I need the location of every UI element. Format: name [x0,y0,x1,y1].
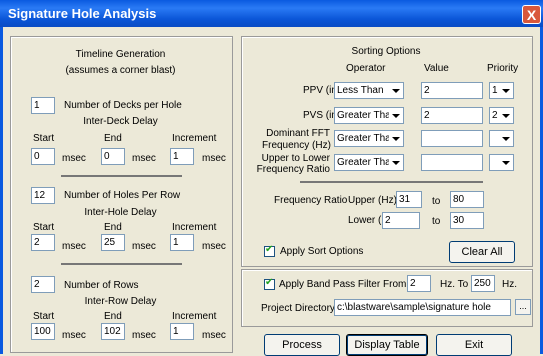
project-directory-label: Project Directory [261,303,335,314]
inter-deck-end-label: End [104,133,122,144]
pvs-value-input[interactable]: 2 [421,107,483,124]
decks-per-hole-input[interactable]: 1 [31,97,55,114]
timeline-subheading: (assumes a corner blast) [65,65,176,76]
lower-hz-to-input[interactable]: 30 [450,212,484,229]
ratio-priority-select[interactable] [489,154,514,171]
lower-hz-from-input[interactable]: 2 [382,212,420,229]
inter-row-increment-input[interactable]: 1 [170,323,194,340]
inter-hole-start-label: Start [33,222,55,233]
inter-deck-increment-input[interactable]: 1 [170,148,194,165]
frequency-ratio-label: Frequency Ratio [274,195,348,206]
inter-hole-end-unit: msec [132,241,156,252]
chevron-down-icon [499,109,512,122]
holes-per-row-input[interactable]: 12 [31,187,55,204]
lower-to-label: to [432,216,441,227]
inter-row-delay-title: Inter-Row Delay [84,296,157,307]
operator-column-header: Operator [346,63,386,74]
holes-per-row-label: Number of Holes Per Row [64,190,181,201]
band-pass-to-input[interactable]: 250 [471,275,495,292]
window-frame-left [0,27,3,354]
number-of-rows-input[interactable]: 2 [31,276,55,293]
upper-to-label: to [432,196,441,207]
project-directory-input[interactable]: c:\blastware\sample\signature hole [334,299,511,316]
display-table-button[interactable]: Display Table [346,334,428,356]
separator [300,181,483,183]
upper-hz-to-input[interactable]: 80 [450,191,484,208]
dominant-fft-label-line1: Dominant FFT [266,128,330,139]
chevron-down-icon [389,84,402,97]
separator [61,175,182,177]
browse-button[interactable]: ... [515,299,531,315]
inter-row-increment-label: Increment [172,311,217,322]
inter-hole-increment-label: Increment [172,222,217,233]
inter-row-end-input[interactable]: 102 [101,323,125,340]
priority-column-header: Priority [487,63,519,74]
inter-hole-end-label: End [104,222,122,233]
band-pass-hz-label: Hz. [502,279,517,290]
process-button[interactable]: Process [264,334,340,356]
ratio-operator-select[interactable]: Greater Than [334,154,404,171]
band-pass-checkbox[interactable] [264,277,275,290]
decks-per-hole-label: Number of Decks per Hole [64,100,182,111]
value-column-header: Value [424,63,449,74]
inter-hole-start-unit: msec [62,241,86,252]
timeline-heading: Timeline Generation [75,49,166,60]
pvs-priority-select[interactable]: 2 [489,107,514,124]
ppv-value-input[interactable]: 2 [421,82,483,99]
inter-deck-start-label: Start [33,133,55,144]
inter-hole-end-input[interactable]: 25 [101,234,125,251]
chevron-down-icon [389,132,402,145]
upper-hz-from-input[interactable]: 31 [396,191,422,208]
inter-deck-increment-label: Increment [172,133,217,144]
title-bar: Signature Hole Analysis X [0,0,543,27]
fft-value-input[interactable] [421,130,483,147]
upper-lower-label-line1: Upper to Lower [261,153,330,164]
inter-row-end-unit: msec [132,330,156,341]
inter-deck-start-input[interactable]: 0 [31,148,55,165]
ppv-operator-select[interactable]: Less Than [334,82,404,99]
chevron-down-icon [499,156,512,169]
chevron-down-icon [499,132,512,145]
close-button[interactable]: X [522,5,541,24]
band-pass-label: Apply Band Pass Filter [279,279,381,290]
ratio-value-input[interactable] [421,154,483,171]
inter-row-end-label: End [104,311,122,322]
sorting-options-heading: Sorting Options [351,46,421,57]
inter-deck-start-unit: msec [62,153,86,164]
band-pass-hz-to-label: Hz. To [440,279,469,290]
inter-row-start-input[interactable]: 100 [31,323,55,340]
dominant-fft-label-line2: Frequency (Hz) [262,140,331,151]
inter-hole-start-input[interactable]: 2 [31,234,55,251]
chevron-down-icon [499,84,512,97]
inter-hole-increment-input[interactable]: 1 [170,234,194,251]
number-of-rows-label: Number of Rows [64,280,139,291]
inter-row-increment-unit: msec [202,330,226,341]
upper-lower-label-line2: Frequency Ratio [256,164,330,175]
chevron-down-icon [389,156,402,169]
inter-row-start-label: Start [33,311,55,322]
apply-sort-label: Apply Sort Options [280,246,364,257]
inter-hole-increment-unit: msec [202,241,226,252]
inter-hole-delay-title: Inter-Hole Delay [84,207,157,218]
band-pass-from-input[interactable]: 2 [407,275,431,292]
ppv-priority-select[interactable]: 1 [489,82,514,99]
inter-deck-end-input[interactable]: 0 [101,148,125,165]
band-pass-from-label: From [383,279,407,290]
clear-all-button[interactable]: Clear All [449,241,515,263]
chevron-down-icon [389,109,402,122]
inter-deck-increment-unit: msec [202,153,226,164]
upper-hz-label: Upper (Hz) [348,195,397,206]
window-title: Signature Hole Analysis [8,6,157,21]
pvs-operator-select[interactable]: Greater Than [334,107,404,124]
inter-deck-delay-title: Inter-Deck Delay [83,116,158,127]
apply-sort-checkbox[interactable] [264,244,275,257]
inter-row-start-unit: msec [62,330,86,341]
fft-priority-select[interactable] [489,130,514,147]
inter-deck-end-unit: msec [132,153,156,164]
fft-operator-select[interactable]: Greater Than [334,130,404,147]
separator [61,263,182,265]
exit-button[interactable]: Exit [436,334,512,356]
